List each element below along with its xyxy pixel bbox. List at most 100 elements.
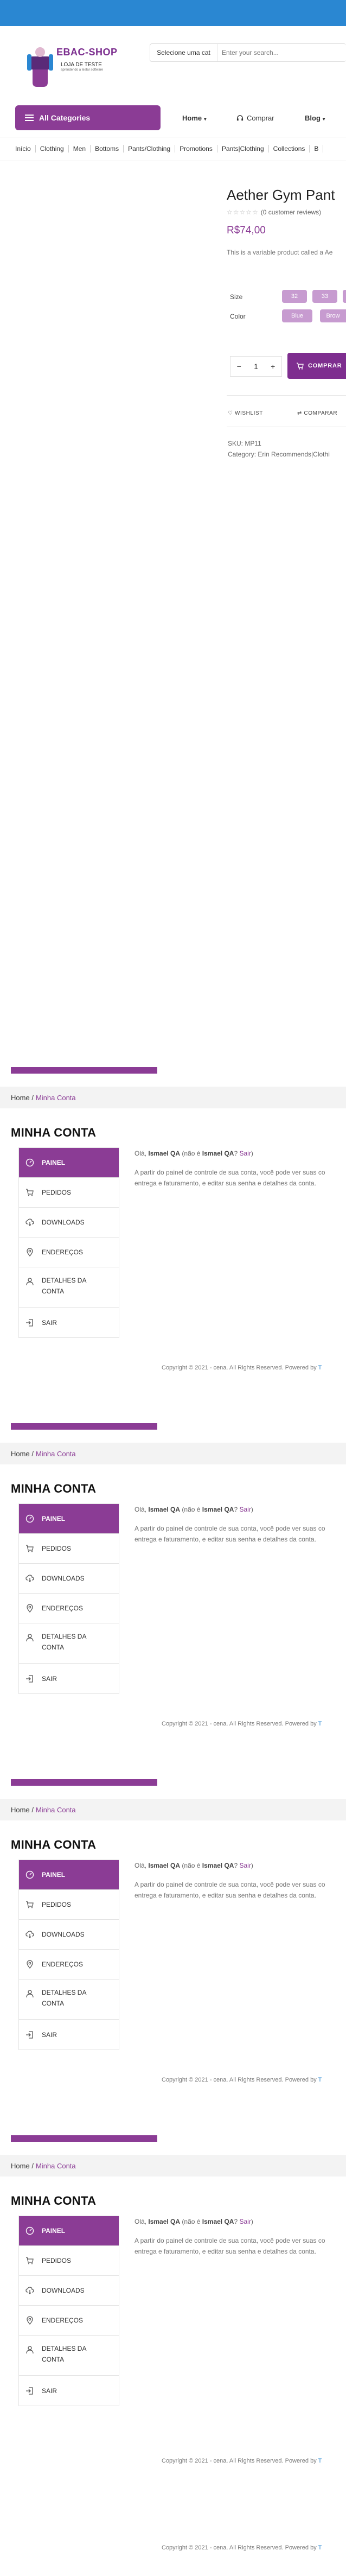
menu-label: PAINEL (42, 1159, 66, 1166)
all-categories-button[interactable]: All Categories (15, 105, 161, 130)
product-title: Aether Gym Pant (227, 187, 335, 203)
copyright-link[interactable]: T (318, 1365, 322, 1371)
dashboard-text-line: A partir do painel de controle de sua co… (134, 1881, 325, 1888)
color-option[interactable]: Brow (320, 309, 346, 322)
dashboard-text: A partir do painel de controle de sua co… (134, 1167, 346, 1189)
category-link[interactable]: Men (69, 145, 91, 153)
quantity-minus-button[interactable]: − (237, 362, 241, 371)
account-menu-item-pedidos[interactable]: PEDIDOS (19, 1890, 119, 1920)
category-link[interactable]: Clothing (36, 145, 69, 153)
account-menu-item-pedidos[interactable]: PEDIDOS (19, 1178, 119, 1208)
account-menu-item-sair[interactable]: SAIR (19, 2376, 119, 2406)
category-link[interactable]: Collections (269, 145, 310, 153)
search-input[interactable] (217, 44, 346, 61)
category-link[interactable]: B (310, 145, 324, 153)
menu-label: DOWNLOADS (42, 1575, 85, 1582)
logout-link[interactable]: Sair (240, 1862, 251, 1869)
category-link[interactable]: Pants|Clothing (217, 145, 269, 153)
logout-link[interactable]: Sair (240, 1150, 251, 1157)
reviews-link[interactable]: (0 customer reviews) (261, 208, 321, 216)
logout-link[interactable]: Sair (240, 2218, 251, 2225)
account-menu-item-enderecos[interactable]: ENDEREÇOS (19, 2306, 119, 2336)
greeting-end: ) (251, 1862, 253, 1869)
size-option[interactable]: 33 (312, 290, 337, 303)
account-menu-item-pedidos[interactable]: PEDIDOS (19, 1534, 119, 1564)
breadcrumb-separator: / (31, 2161, 34, 2170)
account-menu-item-painel[interactable]: PAINEL (19, 2216, 119, 2246)
quantity-plus-button[interactable]: + (271, 362, 275, 371)
color-option[interactable]: Blue (282, 309, 312, 322)
logo-mascot-icon (27, 47, 53, 87)
logo-subtitle: LOJA DE TESTE (61, 62, 102, 68)
headset-icon (236, 115, 244, 121)
wishlist-link[interactable]: ♡ WISHLIST (228, 410, 263, 416)
top-bar (0, 0, 346, 26)
breadcrumb-home[interactable]: Home (11, 1450, 30, 1458)
nav-item-home[interactable]: Home ▾ (182, 114, 207, 122)
menu-label: PAINEL (42, 2227, 66, 2235)
copyright-link[interactable]: T (318, 2077, 322, 2083)
compare-label: COMPARAR (304, 410, 338, 416)
copyright-link[interactable]: T (318, 2545, 322, 2551)
cloud-download-icon (25, 1575, 34, 1582)
copyright-link[interactable]: T (318, 2458, 322, 2464)
quantity-value[interactable]: 1 (254, 362, 258, 371)
nav-item-blog[interactable]: Blog ▾ (305, 114, 325, 122)
account-menu-item-sair[interactable]: SAIR (19, 1664, 119, 1693)
category-link[interactable]: Pants/Clothing (124, 145, 176, 153)
product-category[interactable]: Category: Erin Recommends|Clothi (228, 451, 330, 458)
account-menu-item-painel[interactable]: PAINEL (19, 1860, 119, 1890)
chevron-down-icon: ▾ (322, 116, 325, 122)
product-price: R$74,00 (227, 225, 266, 236)
page-title: MINHA CONTA (11, 1482, 97, 1495)
breadcrumb-current: Minha Conta (35, 1093, 76, 1102)
account-menu-item-detalhes[interactable]: DETALHES DA CONTA (19, 1623, 119, 1664)
site-logo[interactable]: EBAC-SHOP LOJA DE TESTE aprendendo a tes… (22, 39, 117, 93)
account-menu-item-pedidos[interactable]: PEDIDOS (19, 2246, 119, 2276)
account-menu-item-downloads[interactable]: DOWNLOADS (19, 1920, 119, 1950)
accent-bar (11, 1779, 157, 1786)
location-pin-icon (27, 1604, 33, 1613)
compare-link[interactable]: ⇄ COMPARAR (297, 410, 337, 416)
category-link[interactable]: Promotions (175, 145, 217, 153)
breadcrumb-home[interactable]: Home (11, 2162, 30, 2170)
account-menu-item-painel[interactable]: PAINEL (19, 1504, 119, 1534)
copyright-text: Copyright © 2021 - cena. All Rights Rese… (162, 2458, 317, 2464)
dashboard-icon (25, 2226, 34, 2235)
category-link[interactable]: Início (15, 145, 36, 153)
product-sku: SKU: MP11 (228, 440, 261, 447)
breadcrumb-home[interactable]: Home (11, 1806, 30, 1814)
greeting: Olá, Ismael QA (não é Ismael QA? Sair) (134, 1862, 253, 1869)
greeting-prefix: Olá, (134, 1506, 147, 1513)
category-link[interactable]: Bottoms (91, 145, 124, 153)
account-menu-item-downloads[interactable]: DOWNLOADS (19, 1208, 119, 1238)
search-bar: Selecione uma cat (150, 43, 346, 62)
account-menu-item-enderecos[interactable]: ENDEREÇOS (19, 1594, 119, 1623)
size-option[interactable]: 32 (282, 290, 307, 303)
account-menu-item-sair[interactable]: SAIR (19, 1308, 119, 1337)
account-menu-item-downloads[interactable]: DOWNLOADS (19, 2276, 119, 2306)
account-menu-item-detalhes[interactable]: DETALHES DA CONTA (19, 1267, 119, 1308)
account-menu-item-enderecos[interactable]: ENDEREÇOS (19, 1238, 119, 1267)
color-label: Color (230, 313, 246, 320)
account-menu-item-painel[interactable]: PAINEL (19, 1148, 119, 1178)
size-option[interactable] (343, 290, 346, 303)
page-title: MINHA CONTA (11, 1126, 97, 1139)
account-menu-item-detalhes[interactable]: DETALHES DA CONTA (19, 1979, 119, 2020)
location-pin-icon (27, 2316, 33, 2325)
divider (227, 395, 346, 396)
search-category-select[interactable]: Selecione uma cat (150, 44, 217, 61)
page-title: MINHA CONTA (11, 1838, 97, 1851)
copyright-link[interactable]: T (318, 1721, 322, 1727)
breadcrumb-home[interactable]: Home (11, 1094, 30, 1102)
dashboard-text-line: A partir do painel de controle de sua co… (134, 1525, 325, 1532)
logout-link[interactable]: Sair (240, 1506, 251, 1513)
account-menu-item-downloads[interactable]: DOWNLOADS (19, 1564, 119, 1594)
menu-label: SAIR (42, 2031, 57, 2039)
buy-button[interactable]: COMPRAR (287, 353, 346, 379)
account-menu-item-enderecos[interactable]: ENDEREÇOS (19, 1950, 119, 1979)
nav-item-comprar[interactable]: Comprar (236, 114, 274, 122)
account-menu-item-sair[interactable]: SAIR (19, 2020, 119, 2050)
nav-item-label: Home (182, 114, 202, 122)
account-menu-item-detalhes[interactable]: DETALHES DA CONTA (19, 2336, 119, 2376)
